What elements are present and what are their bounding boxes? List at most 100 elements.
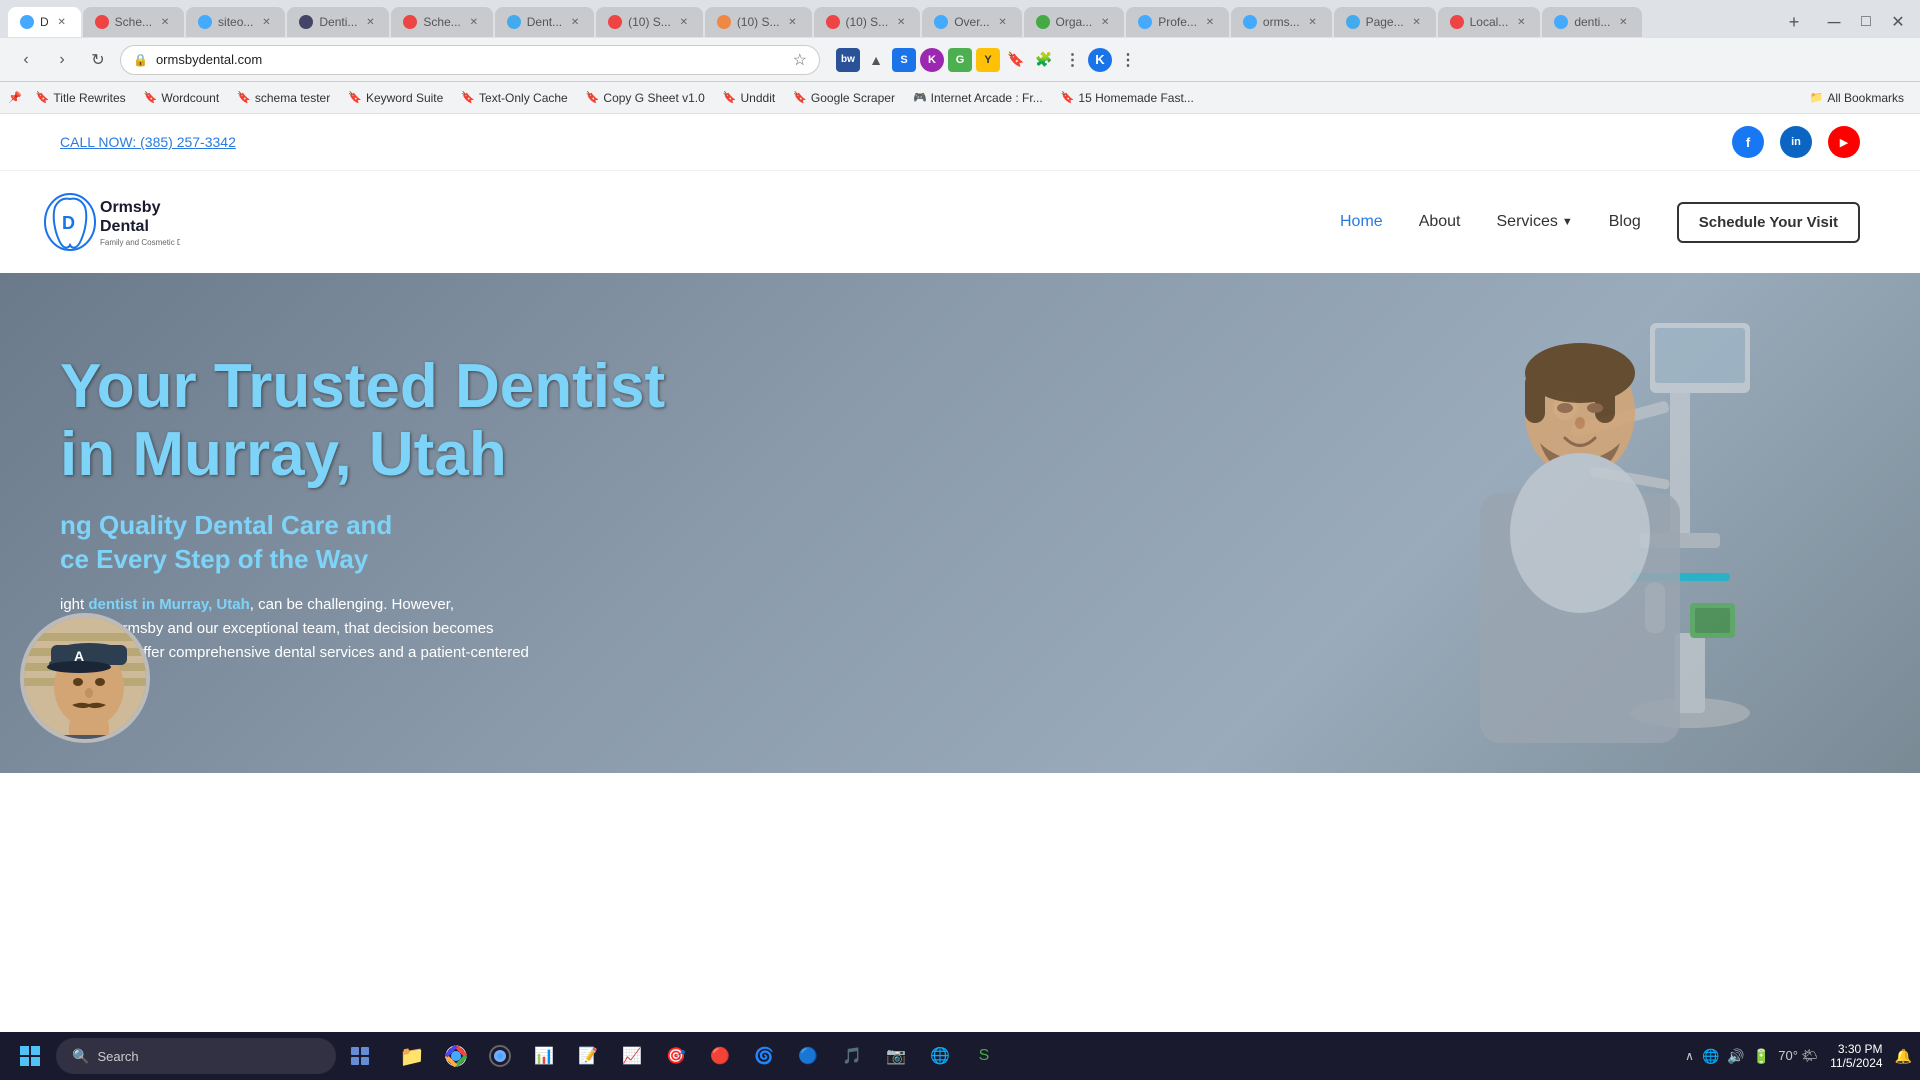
tab-3[interactable]: siteo... ✕ xyxy=(186,7,285,37)
ext-arrow[interactable]: ▲ xyxy=(864,48,888,72)
taskbar-spotify[interactable]: 🎵 xyxy=(832,1036,872,1076)
new-tab-button[interactable]: + xyxy=(1780,8,1808,36)
tab-15[interactable]: Local... ✕ xyxy=(1438,7,1541,37)
tab-close-btn[interactable]: ✕ xyxy=(677,15,691,29)
tab-14[interactable]: Page... ✕ xyxy=(1334,7,1436,37)
ext-bw[interactable]: bw xyxy=(836,48,860,72)
taskbar-app-5[interactable]: 📈 xyxy=(612,1036,652,1076)
tab-2[interactable]: Sche... ✕ xyxy=(83,7,184,37)
site-logo[interactable]: D Ormsby Dental Family and Cosmetic Dent… xyxy=(40,187,180,257)
tab-5[interactable]: Sche... ✕ xyxy=(391,7,492,37)
forward-button[interactable]: › xyxy=(48,46,76,74)
bookmark-unddit[interactable]: 🔖 Unddit xyxy=(715,88,783,108)
taskbar-word[interactable]: 📝 xyxy=(568,1036,608,1076)
bookmark-copy-gsheet[interactable]: 🔖 Copy G Sheet v1.0 xyxy=(578,88,713,108)
tab-7[interactable]: (10) S... ✕ xyxy=(596,7,703,37)
social-icons-group: f in ▶ xyxy=(1732,126,1860,158)
linkedin-icon[interactable]: in xyxy=(1780,126,1812,158)
bookmark-folder-icon: 📁 xyxy=(1810,91,1824,104)
clock-display[interactable]: 3:30 PM 11/5/2024 xyxy=(1830,1042,1883,1070)
tab-close-btn[interactable]: ✕ xyxy=(1203,15,1217,29)
profile-icon[interactable]: K xyxy=(1088,48,1112,72)
task-view-button[interactable] xyxy=(340,1036,380,1076)
schedule-visit-button[interactable]: Schedule Your Visit xyxy=(1677,202,1860,243)
start-button[interactable] xyxy=(8,1034,52,1078)
tab-close-btn[interactable]: ✕ xyxy=(568,15,582,29)
taskbar-app-8[interactable]: 🌀 xyxy=(744,1036,784,1076)
tab-close-btn[interactable]: ✕ xyxy=(1098,15,1112,29)
tab-8[interactable]: (10) S... ✕ xyxy=(705,7,812,37)
ext-yellow[interactable]: Y xyxy=(976,48,1000,72)
tab-6[interactable]: Dent... ✕ xyxy=(495,7,594,37)
phone-link[interactable]: CALL NOW: (385) 257-3342 xyxy=(60,134,236,150)
bookmark-text-only-cache[interactable]: 🔖 Text-Only Cache xyxy=(453,88,575,108)
youtube-icon[interactable]: ▶ xyxy=(1828,126,1860,158)
active-tab[interactable]: D ✕ xyxy=(8,7,81,37)
bookmark-keyword-suite[interactable]: 🔖 Keyword Suite xyxy=(340,88,451,108)
tab-close-btn[interactable]: ✕ xyxy=(894,15,908,29)
tab-close-btn[interactable]: ✕ xyxy=(158,15,172,29)
taskbar-chrome[interactable] xyxy=(436,1036,476,1076)
ext-s[interactable]: S xyxy=(892,48,916,72)
taskbar-file-explorer[interactable]: 📁 xyxy=(392,1036,432,1076)
tab-16[interactable]: denti... ✕ xyxy=(1542,7,1642,37)
tab-close-btn[interactable]: ✕ xyxy=(55,15,69,29)
taskbar-app-9[interactable]: 🔵 xyxy=(788,1036,828,1076)
tab-close-btn[interactable]: ✕ xyxy=(1616,15,1630,29)
ext-k[interactable]: K xyxy=(920,48,944,72)
bookmark-star-icon[interactable]: ☆ xyxy=(793,50,807,70)
tab-close-btn[interactable]: ✕ xyxy=(1514,15,1528,29)
tab-close-btn[interactable]: ✕ xyxy=(1410,15,1424,29)
maximize-button[interactable]: □ xyxy=(1852,8,1880,36)
taskbar-app-13[interactable]: S xyxy=(964,1036,1004,1076)
nav-home[interactable]: Home xyxy=(1340,213,1383,231)
tab-10[interactable]: Over... ✕ xyxy=(922,7,1021,37)
facebook-icon[interactable]: f xyxy=(1732,126,1764,158)
bookmark-schema-tester[interactable]: 🔖 schema tester xyxy=(229,88,338,108)
taskbar-opera[interactable]: 🔴 xyxy=(700,1036,740,1076)
volume-icon[interactable]: 🔊 xyxy=(1727,1048,1744,1065)
taskbar-app-6[interactable]: 🎯 xyxy=(656,1036,696,1076)
back-button[interactable]: ‹ xyxy=(12,46,40,74)
chevron-up-icon[interactable]: ∧ xyxy=(1685,1049,1694,1063)
tab-12[interactable]: Profe... ✕ xyxy=(1126,7,1229,37)
tab-13[interactable]: orms... ✕ xyxy=(1231,7,1332,37)
tab-close-btn[interactable]: ✕ xyxy=(996,15,1010,29)
nav-services[interactable]: Services ▼ xyxy=(1497,213,1573,231)
taskbar-search-bar[interactable]: 🔍 Search xyxy=(56,1038,336,1074)
reload-button[interactable]: ↻ xyxy=(84,46,112,74)
taskbar-cortana[interactable] xyxy=(480,1036,520,1076)
taskbar-excel[interactable]: 📊 xyxy=(524,1036,564,1076)
bookmark-google-scraper[interactable]: 🔖 Google Scraper xyxy=(785,88,903,108)
ext-green[interactable]: G xyxy=(948,48,972,72)
ext-bookmark[interactable]: 🔖 xyxy=(1004,48,1028,72)
nav-about[interactable]: About xyxy=(1419,213,1461,231)
weather-icon[interactable]: 70° 🌤 xyxy=(1778,1048,1818,1064)
bookmark-all-bookmarks[interactable]: 📁 All Bookmarks xyxy=(1802,88,1912,108)
minimize-button[interactable]: ─ xyxy=(1820,8,1848,36)
tab-close-btn[interactable]: ✕ xyxy=(363,15,377,29)
tab-4[interactable]: Denti... ✕ xyxy=(287,7,389,37)
tab-11[interactable]: Orga... ✕ xyxy=(1024,7,1125,37)
address-bar[interactable]: 🔒 ormsbydental.com ☆ xyxy=(120,45,820,75)
nav-blog[interactable]: Blog xyxy=(1609,213,1641,231)
ext-menu[interactable]: ⋮ xyxy=(1060,48,1084,72)
notification-icon[interactable]: 🔔 xyxy=(1895,1048,1912,1065)
tab-close-btn[interactable]: ✕ xyxy=(259,15,273,29)
taskbar-app-11[interactable]: 📷 xyxy=(876,1036,916,1076)
network-icon[interactable]: 🌐 xyxy=(1702,1048,1719,1065)
bookmark-title-rewrites[interactable]: 🔖 Title Rewrites xyxy=(28,88,134,108)
more-menu-icon[interactable]: ⋮ xyxy=(1116,48,1140,72)
close-button[interactable]: ✕ xyxy=(1884,8,1912,36)
bookmark-internet-arcade[interactable]: 🎮 Internet Arcade : Fr... xyxy=(905,88,1051,108)
ext-extensions[interactable]: 🧩 xyxy=(1032,48,1056,72)
tab-close-btn[interactable]: ✕ xyxy=(1306,15,1320,29)
taskbar-app-12[interactable]: 🌐 xyxy=(920,1036,960,1076)
bookmark-15-homemade[interactable]: 🔖 15 Homemade Fast... xyxy=(1053,88,1202,108)
battery-icon[interactable]: 🔋 xyxy=(1753,1048,1770,1065)
tab-9[interactable]: (10) S... ✕ xyxy=(814,7,921,37)
bookmark-wordcount[interactable]: 🔖 Wordcount xyxy=(136,88,228,108)
tab-close-btn[interactable]: ✕ xyxy=(786,15,800,29)
tab-close-btn[interactable]: ✕ xyxy=(467,15,481,29)
browser-chrome: D ✕ Sche... ✕ siteo... ✕ Denti... ✕ S xyxy=(0,0,1920,114)
